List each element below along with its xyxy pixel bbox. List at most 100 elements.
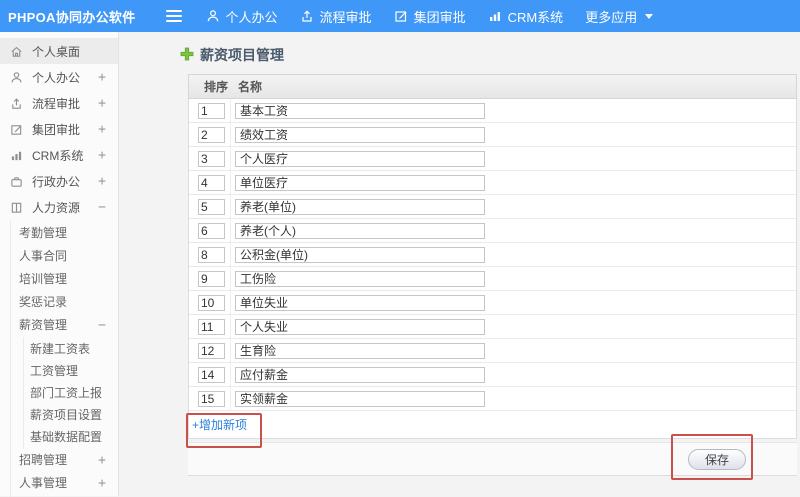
name-input[interactable]	[235, 294, 485, 311]
order-input[interactable]	[198, 222, 225, 239]
user-icon	[10, 71, 24, 84]
salary-submenu: 新建工资表 工资管理 部门工资上报 薪资项目设置 基础数据配置	[23, 337, 118, 449]
sidebar-item-dept-payroll-report[interactable]: 部门工资上报	[24, 382, 118, 404]
order-input[interactable]	[198, 174, 225, 191]
expand-plus-icon[interactable]: +	[98, 122, 106, 137]
table-row	[189, 219, 796, 243]
add-item-row: +增加新项	[189, 411, 796, 438]
expand-plus-icon[interactable]: +	[98, 174, 106, 189]
table-row	[189, 267, 796, 291]
name-input[interactable]	[235, 198, 485, 215]
bar-chart-icon	[10, 149, 24, 162]
add-new-item-link[interactable]: +增加新项	[192, 416, 247, 433]
form-footer: 保存	[188, 442, 797, 476]
name-input[interactable]	[235, 270, 485, 287]
sidebar-item-salary-mgmt[interactable]: 薪资管理 −	[11, 314, 118, 337]
collapse-minus-icon[interactable]: −	[98, 200, 106, 215]
sidebar-item-payroll-mgmt[interactable]: 工资管理	[24, 360, 118, 382]
table-row	[189, 363, 796, 387]
bar-chart-icon	[488, 9, 502, 23]
sidebar-item-personnel-mgmt[interactable]: 人事管理 +	[11, 472, 118, 495]
app-logo: PHPOA协同办公软件	[8, 9, 136, 25]
sidebar-item-training-mgmt[interactable]: 培训管理	[11, 268, 118, 291]
sidebar-item-personal-desktop[interactable]: 个人桌面	[0, 38, 118, 64]
main-content: 薪资项目管理 排序 名称 1 基本工资 2 绩效工资 3 个人医疗 4 单位医疗…	[120, 32, 800, 496]
sidebar-item-group-approval[interactable]: 集团审批 +	[0, 116, 118, 142]
name-input[interactable]	[235, 102, 485, 119]
nav-group-approval[interactable]: 集团审批	[394, 7, 466, 26]
sidebar-item-crm-system[interactable]: CRM系统 +	[0, 142, 118, 168]
order-input[interactable]	[198, 390, 225, 407]
table-row	[189, 123, 796, 147]
book-icon	[10, 201, 24, 214]
nav-more-apps[interactable]: 更多应用	[585, 7, 654, 26]
table-row	[189, 291, 796, 315]
sidebar-item-admin-office[interactable]: 行政办公 +	[0, 168, 118, 194]
sidebar-item-new-payroll[interactable]: 新建工资表	[24, 338, 118, 360]
home-icon	[10, 45, 24, 58]
name-input[interactable]	[235, 390, 485, 407]
table-row	[189, 195, 796, 219]
edit-square-icon	[10, 123, 24, 136]
order-input[interactable]	[198, 126, 225, 143]
sidebar-item-salary-item-settings[interactable]: 薪资项目设置	[24, 404, 118, 426]
name-input[interactable]	[235, 150, 485, 167]
order-input[interactable]	[198, 198, 225, 215]
column-header-order: 排序	[204, 80, 229, 94]
topbar-nav: 个人办公 流程审批 集团审批 CRM系统 更多应用	[206, 7, 654, 26]
name-input[interactable]	[235, 318, 485, 335]
save-button[interactable]: 保存	[688, 448, 746, 470]
order-input[interactable]	[198, 294, 225, 311]
caret-down-icon	[645, 13, 654, 19]
briefcase-icon	[10, 175, 24, 188]
order-input[interactable]	[198, 342, 225, 359]
order-input[interactable]	[198, 270, 225, 287]
order-input[interactable]	[198, 102, 225, 119]
sidebar-item-flow-approval[interactable]: 流程审批 +	[0, 90, 118, 116]
nav-crm-system[interactable]: CRM系统	[488, 7, 563, 26]
order-input[interactable]	[198, 318, 225, 335]
order-input[interactable]	[198, 246, 225, 263]
sidebar-item-personal-office[interactable]: 个人办公 +	[0, 64, 118, 90]
expand-plus-icon[interactable]: +	[98, 96, 106, 111]
hr-submenu: 考勤管理 人事合同 培训管理 奖惩记录 薪资管理 − 新建工资表 工资管理 部门…	[10, 220, 118, 497]
name-input[interactable]	[235, 366, 485, 383]
name-input[interactable]	[235, 174, 485, 191]
table-row	[189, 243, 796, 267]
nav-personal-office[interactable]: 个人办公	[206, 7, 278, 26]
name-input[interactable]	[235, 342, 485, 359]
order-input[interactable]	[198, 150, 225, 167]
order-input[interactable]	[198, 366, 225, 383]
flow-approval-icon	[300, 9, 314, 23]
table-row	[189, 387, 796, 411]
nav-flow-approval[interactable]: 流程审批	[300, 7, 372, 26]
sidebar-item-hr-contract[interactable]: 人事合同	[11, 245, 118, 268]
sidebar-item-reward-records[interactable]: 奖惩记录	[11, 291, 118, 314]
column-header-name: 名称	[238, 80, 263, 94]
topbar: PHPOA协同办公软件 个人办公 流程审批 集团审批 CRM系统 更多应用	[0, 0, 800, 32]
collapse-minus-icon[interactable]: −	[98, 314, 106, 337]
table-header: 排序 名称	[188, 74, 797, 99]
expand-plus-icon[interactable]: +	[98, 70, 106, 85]
salary-items-table: 排序 名称 1 基本工资 2 绩效工资 3 个人医疗 4 单位医疗 5 养老(单…	[188, 74, 797, 476]
name-input[interactable]	[235, 246, 485, 263]
sidebar-item-recruitment-mgmt[interactable]: 招聘管理 +	[11, 449, 118, 472]
user-icon	[206, 9, 220, 23]
expand-plus-icon[interactable]: +	[98, 472, 106, 495]
edit-square-icon	[394, 9, 408, 23]
name-input[interactable]	[235, 222, 485, 239]
page-title: 薪资项目管理	[180, 45, 284, 65]
sidebar-item-basic-data-config[interactable]: 基础数据配置	[24, 426, 118, 448]
flow-approval-icon	[10, 97, 24, 110]
expand-plus-icon[interactable]: +	[98, 148, 106, 163]
hamburger-menu-button[interactable]	[165, 10, 182, 22]
sidebar: 个人桌面 个人办公 + 流程审批 + 集团审批 + CRM系统 + 行政办公 +	[0, 32, 119, 497]
table-row	[189, 147, 796, 171]
table-row	[189, 171, 796, 195]
name-input[interactable]	[235, 126, 485, 143]
sidebar-item-human-resources[interactable]: 人力资源 −	[0, 194, 118, 220]
table-row	[189, 99, 796, 123]
table-row	[189, 315, 796, 339]
expand-plus-icon[interactable]: +	[98, 449, 106, 472]
sidebar-item-attendance-mgmt[interactable]: 考勤管理	[11, 222, 118, 245]
